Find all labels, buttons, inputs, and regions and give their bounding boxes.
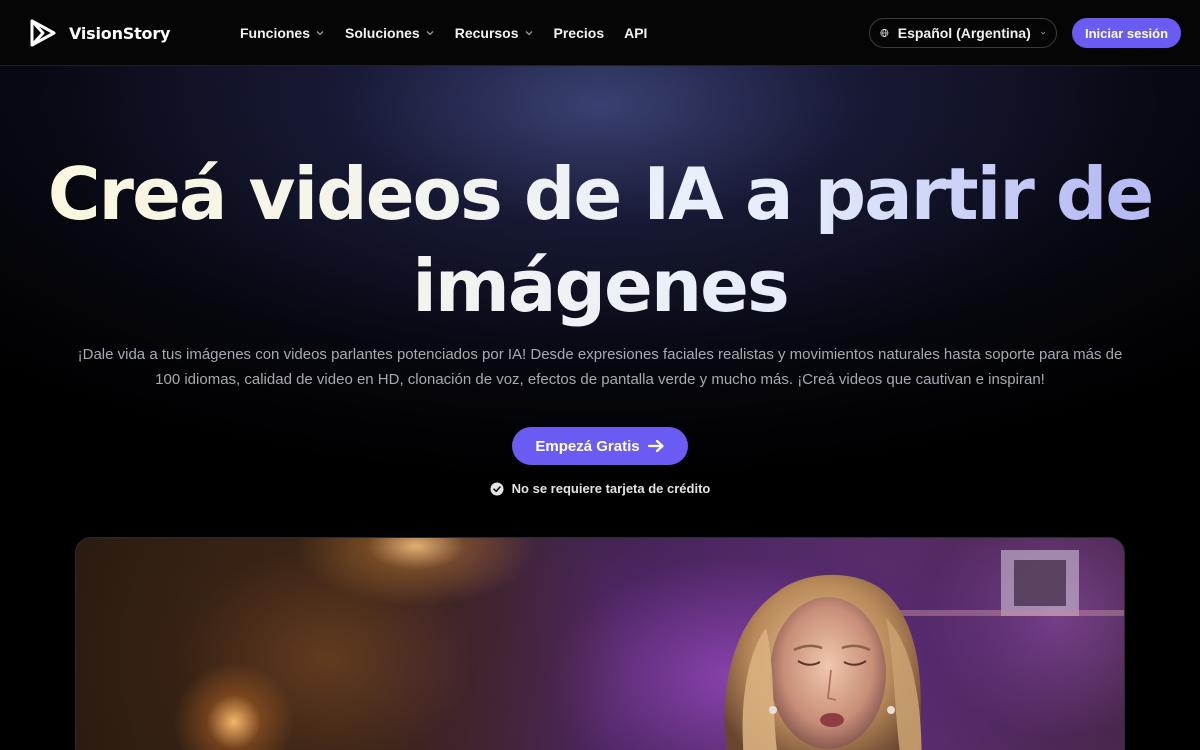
language-label: Español (Argentina) <box>897 25 1031 41</box>
chevron-down-icon <box>1040 31 1046 35</box>
nav-item-funciones[interactable]: Funciones <box>240 25 325 41</box>
nav-item-precios[interactable]: Precios <box>554 25 605 41</box>
check-circle-icon <box>490 482 504 495</box>
nav-item-api[interactable]: API <box>624 25 647 41</box>
nav-item-soluciones[interactable]: Soluciones <box>345 25 435 41</box>
main-menu: Funciones Soluciones Recursos Precios AP… <box>240 0 647 66</box>
hero-subtitle: ¡Dale vida a tus imágenes con videos par… <box>77 346 1123 388</box>
nav-item-label: Precios <box>553 25 605 41</box>
nav-item-label: API <box>624 25 648 41</box>
start-free-button[interactable]: Empezá Gratis <box>512 427 688 465</box>
hero-section: Creá videos de IA a partir de imágenes ¡… <box>0 66 1200 750</box>
chevron-down-icon <box>525 31 532 36</box>
nav-item-label: Recursos <box>454 25 519 41</box>
top-navbar: VisionStory Funciones Soluciones Recurso… <box>0 0 1200 66</box>
chevron-down-icon <box>426 31 434 36</box>
start-free-label: Empezá Gratis <box>535 437 640 455</box>
nav-item-recursos[interactable]: Recursos <box>455 25 534 41</box>
globe-icon <box>880 29 889 37</box>
nav-item-label: Soluciones <box>345 25 420 41</box>
login-button[interactable]: Iniciar sesión <box>1072 18 1181 48</box>
nav-item-label: Funciones <box>240 25 311 41</box>
language-selector[interactable]: Español (Argentina) <box>869 18 1057 48</box>
no-card-text: No se requiere tarjeta de crédito <box>511 481 711 496</box>
no-card-note: No se requiere tarjeta de crédito <box>0 481 1200 496</box>
brand-name: VisionStory <box>69 23 171 43</box>
hero-title: Creá videos de IA a partir de imágenes <box>0 148 1200 332</box>
brand-logo[interactable]: VisionStory <box>29 18 170 48</box>
play-triangle-icon <box>30 19 56 47</box>
video-thumbnail-image <box>724 550 1124 750</box>
arrow-right-icon <box>647 439 664 453</box>
demo-video-preview[interactable] <box>75 537 1125 750</box>
chevron-down-icon <box>316 31 324 36</box>
